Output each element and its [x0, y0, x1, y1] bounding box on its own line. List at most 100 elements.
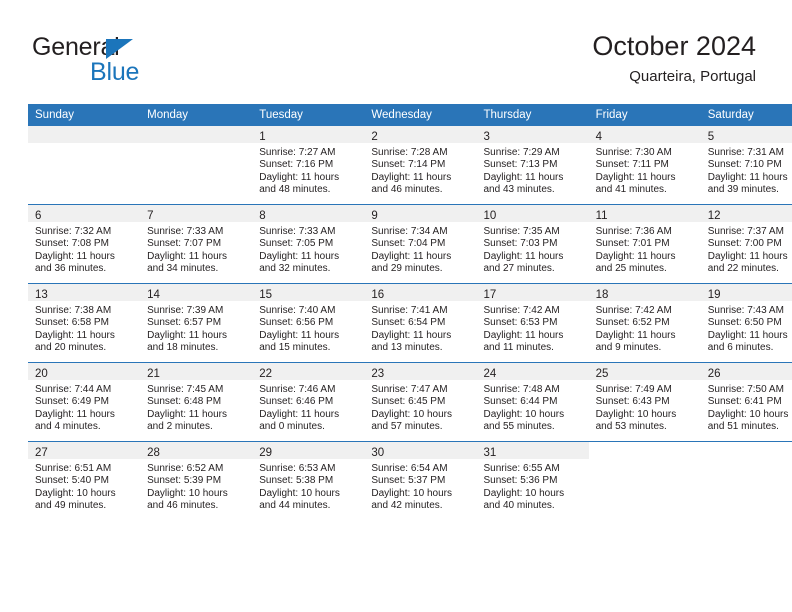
day-cell[interactable]: 11 Sunrise: 7:36 AM Sunset: 7:01 PM Dayligh… — [588, 205, 701, 283]
calendar-cell-day-27: 27 Sunrise: 6:51 AM Sunset: 5:40 PM Dayligh… — [28, 441, 141, 520]
day-details: Sunrise: 7:49 AM Sunset: 6:43 PM Daylight:… — [589, 380, 701, 433]
calendar-week-row: 1 Sunrise: 7:27 AM Sunset: 7:16 PM Daylight… — [28, 126, 792, 205]
day-cell[interactable]: 15 Sunrise: 7:40 AM Sunset: 6:56 PM Dayligh… — [252, 284, 365, 362]
sunrise-time: Sunrise: 7:44 AM — [35, 384, 112, 395]
day-cell[interactable]: 8 Sunrise: 7:33 AM Sunset: 7:05 PM Daylight… — [252, 205, 365, 283]
day-details: Sunrise: 7:33 AM Sunset: 7:07 PM Daylight:… — [140, 222, 252, 275]
day-cell[interactable]: 7 Sunrise: 7:33 AM Sunset: 7:07 PM Daylight… — [140, 205, 253, 283]
calendar-cell-day-26: 26 Sunrise: 7:50 AM Sunset: 6:41 PM Dayligh… — [700, 362, 792, 442]
day-cell[interactable]: 20 Sunrise: 7:44 AM Sunset: 6:49 PM Dayligh… — [28, 363, 141, 441]
day-cell[interactable]: 6 Sunrise: 7:32 AM Sunset: 7:08 PM Daylight… — [28, 205, 141, 283]
calendar-cell-day-5: 5 Sunrise: 7:31 AM Sunset: 7:10 PM Daylight… — [700, 126, 792, 205]
day-cell[interactable]: 29 Sunrise: 6:53 AM Sunset: 5:38 PM Dayligh… — [252, 442, 365, 520]
day-cell[interactable]: 16 Sunrise: 7:41 AM Sunset: 6:54 PM Dayligh… — [364, 284, 477, 362]
day-details: Sunrise: 7:29 AM Sunset: 7:13 PM Daylight:… — [477, 143, 589, 196]
sunset-time: Sunset: 6:52 PM — [595, 317, 670, 329]
daylight-duration-line2: and 20 minutes. — [35, 341, 107, 353]
day-number-band: 28 — [140, 442, 253, 459]
day-details: Sunrise: 6:53 AM Sunset: 5:38 PM Daylight:… — [252, 459, 364, 512]
day-cell[interactable]: 23 Sunrise: 7:47 AM Sunset: 6:45 PM Dayligh… — [364, 363, 477, 441]
day-details: Sunrise: 7:28 AM Sunset: 7:14 PM Daylight:… — [364, 143, 476, 196]
day-cell[interactable]: 25 Sunrise: 7:49 AM Sunset: 6:43 PM Dayligh… — [588, 363, 701, 441]
day-cell[interactable]: 28 Sunrise: 6:52 AM Sunset: 5:39 PM Dayligh… — [140, 442, 253, 520]
daylight-duration-line1: Daylight: 11 hours — [35, 329, 115, 341]
calendar-week-row: 20 Sunrise: 7:44 AM Sunset: 6:49 PM Dayligh… — [28, 362, 792, 442]
day-number-band: 29 — [252, 442, 365, 459]
day-number: 27 — [35, 447, 48, 459]
day-number: 14 — [147, 289, 160, 301]
sunrise-time: Sunrise: 7:40 AM — [259, 305, 336, 316]
day-cell[interactable]: 14 Sunrise: 7:39 AM Sunset: 6:57 PM Dayligh… — [140, 284, 253, 362]
day-details: Sunrise: 7:48 AM Sunset: 6:44 PM Daylight:… — [477, 380, 589, 433]
day-details: Sunrise: 7:31 AM Sunset: 7:10 PM Daylight:… — [701, 143, 792, 196]
day-number: 28 — [147, 447, 160, 459]
sunrise-time: Sunrise: 7:29 AM — [483, 147, 560, 158]
sunset-time: Sunset: 5:40 PM — [35, 475, 109, 487]
day-cell[interactable]: 10 Sunrise: 7:35 AM Sunset: 7:03 PM Dayligh… — [476, 205, 589, 283]
calendar-cell-day-8: 8 Sunrise: 7:33 AM Sunset: 7:05 PM Daylight… — [252, 204, 365, 284]
page-subtitle-location: Quarteira, Portugal — [629, 68, 756, 85]
day-number-band: 2 — [364, 126, 477, 143]
day-cell[interactable]: 22 Sunrise: 7:46 AM Sunset: 6:46 PM Dayligh… — [252, 363, 365, 441]
day-number: 19 — [707, 289, 721, 301]
day-cell[interactable]: 17 Sunrise: 7:42 AM Sunset: 6:53 PM Dayligh… — [476, 284, 589, 362]
day-cell[interactable]: 12 Sunrise: 7:37 AM Sunset: 7:00 PM Dayligh… — [700, 205, 792, 283]
calendar-cell-day-16: 16 Sunrise: 7:41 AM Sunset: 6:54 PM Dayligh… — [364, 283, 477, 363]
daylight-duration-line1: Daylight: 11 hours — [707, 250, 788, 262]
calendar-week-row: 13 Sunrise: 7:38 AM Sunset: 6:58 PM Dayligh… — [28, 283, 792, 363]
sunset-time: Sunset: 7:13 PM — [483, 159, 558, 171]
sunset-time: Sunset: 6:56 PM — [259, 317, 334, 329]
sunset-time: Sunset: 6:54 PM — [371, 317, 446, 329]
daylight-duration-line2: and 4 minutes. — [35, 420, 101, 432]
weekday-header-monday: Monday — [140, 104, 253, 126]
day-cell[interactable]: 1 Sunrise: 7:27 AM Sunset: 7:16 PM Daylight… — [252, 126, 365, 204]
day-number-band: 6 — [28, 205, 141, 222]
day-details: Sunrise: 7:32 AM Sunset: 7:08 PM Daylight:… — [28, 222, 140, 275]
day-cell[interactable]: 5 Sunrise: 7:31 AM Sunset: 7:10 PM Daylight… — [700, 126, 792, 204]
day-number-band: 18 — [588, 284, 701, 301]
day-number-band: 22 — [252, 363, 365, 380]
calendar-cell-day-17: 17 Sunrise: 7:42 AM Sunset: 6:53 PM Dayligh… — [476, 283, 589, 363]
daylight-duration-line2: and 51 minutes. — [707, 420, 779, 432]
day-number: 18 — [595, 289, 609, 301]
day-cell[interactable]: 27 Sunrise: 6:51 AM Sunset: 5:40 PM Dayligh… — [28, 442, 141, 520]
day-number-band: 7 — [140, 205, 253, 222]
day-cell[interactable]: 2 Sunrise: 7:28 AM Sunset: 7:14 PM Daylight… — [364, 126, 477, 204]
day-cell[interactable]: 21 Sunrise: 7:45 AM Sunset: 6:48 PM Dayligh… — [140, 363, 253, 441]
day-cell[interactable]: 24 Sunrise: 7:48 AM Sunset: 6:44 PM Dayligh… — [476, 363, 589, 441]
daylight-duration-line2: and 53 minutes. — [595, 420, 667, 432]
sunset-time: Sunset: 6:50 PM — [707, 317, 782, 329]
weekday-header-sunday: Sunday — [28, 104, 141, 126]
calendar-cell-day-18: 18 Sunrise: 7:42 AM Sunset: 6:52 PM Dayligh… — [588, 283, 701, 363]
day-number-band: 14 — [140, 284, 253, 301]
day-cell[interactable]: 31 Sunrise: 6:55 AM Sunset: 5:36 PM Dayligh… — [476, 442, 589, 520]
day-cell[interactable]: 3 Sunrise: 7:29 AM Sunset: 7:13 PM Daylight… — [476, 126, 589, 204]
sunset-time: Sunset: 6:58 PM — [35, 317, 109, 329]
daylight-duration-line1: Daylight: 11 hours — [35, 250, 115, 262]
day-cell[interactable]: 4 Sunrise: 7:30 AM Sunset: 7:11 PM Daylight… — [588, 126, 701, 204]
day-cell[interactable]: 9 Sunrise: 7:34 AM Sunset: 7:04 PM Daylight… — [364, 205, 477, 283]
sunrise-time: Sunrise: 6:55 AM — [483, 463, 560, 474]
day-number-band: 21 — [140, 363, 253, 380]
day-number: 21 — [147, 368, 160, 380]
daylight-duration-line2: and 29 minutes. — [371, 262, 443, 274]
day-number: 25 — [595, 368, 609, 380]
sunset-time: Sunset: 7:05 PM — [259, 238, 334, 250]
calendar-body: 1 Sunrise: 7:27 AM Sunset: 7:16 PM Daylight… — [28, 126, 792, 520]
day-details: Sunrise: 7:47 AM Sunset: 6:45 PM Daylight:… — [364, 380, 476, 433]
day-details: Sunrise: 7:37 AM Sunset: 7:00 PM Daylight:… — [701, 222, 792, 275]
weekday-header-thursday: Thursday — [476, 104, 589, 126]
sunset-time: Sunset: 7:03 PM — [483, 238, 558, 250]
day-cell[interactable]: 30 Sunrise: 6:54 AM Sunset: 5:37 PM Dayligh… — [364, 442, 477, 520]
daylight-duration-line1: Daylight: 10 hours — [147, 487, 228, 499]
daylight-duration-line2: and 34 minutes. — [147, 262, 219, 274]
day-cell[interactable]: 13 Sunrise: 7:38 AM Sunset: 6:58 PM Dayligh… — [28, 284, 141, 362]
day-cell[interactable]: 19 Sunrise: 7:43 AM Sunset: 6:50 PM Dayligh… — [700, 284, 792, 362]
day-cell[interactable]: 26 Sunrise: 7:50 AM Sunset: 6:41 PM Dayligh… — [700, 363, 792, 441]
sunrise-time: Sunrise: 7:34 AM — [371, 226, 448, 237]
day-number: 29 — [259, 447, 273, 459]
day-number: 13 — [35, 289, 48, 301]
day-cell[interactable]: 18 Sunrise: 7:42 AM Sunset: 6:52 PM Dayligh… — [588, 284, 701, 362]
day-details: Sunrise: 7:43 AM Sunset: 6:50 PM Daylight:… — [701, 301, 792, 354]
daylight-duration-line2: and 40 minutes. — [483, 499, 555, 511]
